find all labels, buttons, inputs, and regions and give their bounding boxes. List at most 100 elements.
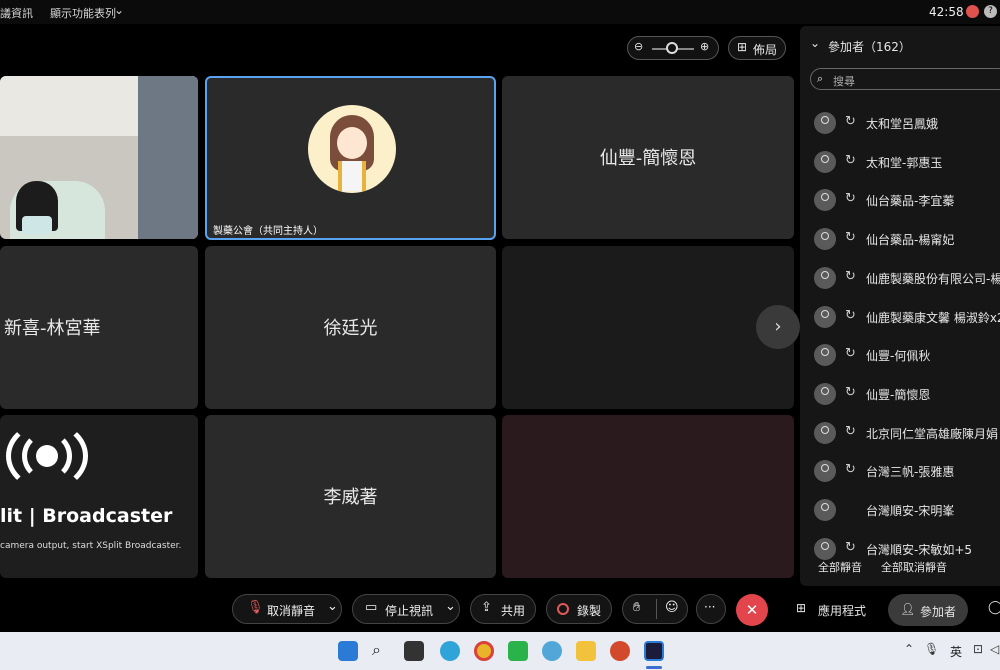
avatar-body: [338, 161, 366, 191]
participant-search-input[interactable]: ⌕ 搜尋: [810, 68, 1000, 90]
edge-icon[interactable]: [440, 641, 460, 661]
connection-sync-icon: ↻: [845, 423, 856, 439]
participant-avatar-icon: [814, 228, 836, 251]
leave-meeting-button[interactable]: ✕: [736, 594, 768, 626]
stop-video-button[interactable]: ▭ 停止視訊 ⌄: [352, 594, 460, 624]
connection-sync-icon: ↻: [845, 307, 856, 323]
participant-name: 新喜-林宮華: [4, 318, 101, 339]
participant-avatar-icon: [814, 421, 836, 444]
participant-row[interactable]: ↻ 仙鹿製藥康文馨 楊淑鈴x2: [814, 303, 1000, 331]
webex-icon[interactable]: [644, 641, 664, 661]
zoom-in-icon[interactable]: ⊕: [700, 40, 709, 53]
participant-avatar-icon: [814, 382, 836, 405]
connection-sync-icon: ↻: [845, 384, 856, 400]
chat-icon[interactable]: ◯: [988, 600, 1000, 615]
video-tile[interactable]: 徐廷光: [205, 246, 496, 409]
network-icon[interactable]: ⊡: [973, 642, 983, 656]
meeting-timer: 42:58: [929, 5, 964, 19]
search-icon[interactable]: ⌕: [372, 640, 381, 660]
layout-label: 佈局: [753, 43, 778, 57]
participant-row[interactable]: ↻ 仙台藥品-李宜蓁: [814, 186, 1000, 214]
participant-name: 仙豐-簡懷恩: [866, 387, 931, 402]
zoom-out-icon[interactable]: ⊖: [634, 40, 643, 53]
unmute-button[interactable]: 🎙︎ 取消靜音 ⌄: [232, 594, 342, 624]
grid-icon: ⊞: [737, 40, 748, 54]
meeting-info-menu[interactable]: 議資訊: [0, 5, 33, 21]
participant-name: 仙鹿製藥股份有限公司-楊: [866, 271, 1000, 286]
windows-start-icon[interactable]: [338, 641, 358, 661]
connection-sync-icon: ↻: [845, 539, 856, 555]
participant-name: 台灣三帆-張雅惠: [866, 465, 955, 480]
face-mask: [22, 216, 52, 234]
line-icon[interactable]: [508, 641, 528, 661]
reactions-button[interactable]: ✋︎ ☺: [622, 594, 688, 624]
unmute-all-button[interactable]: 全部取消靜音: [881, 559, 947, 575]
zoom-handle[interactable]: [666, 42, 678, 54]
video-tile[interactable]: 新喜-林宮華: [0, 246, 198, 409]
participant-name: 徐廷光: [323, 318, 378, 339]
broadcast-outer-waves-icon: [6, 421, 88, 491]
chrome-icon[interactable]: [474, 641, 494, 661]
xsplit-subtitle: camera output, start XSplit Broadcaster.: [0, 541, 182, 551]
video-tile[interactable]: 李威著: [205, 415, 496, 578]
video-tile-dark[interactable]: [502, 415, 794, 578]
record-label: 錄製: [577, 604, 602, 618]
help-icon[interactable]: ?: [984, 5, 997, 18]
share-button[interactable]: ⇪ 共用: [470, 594, 536, 624]
next-page-chevron-icon[interactable]: ›: [756, 305, 800, 349]
powerpoint-icon[interactable]: [610, 641, 630, 661]
participant-avatar-icon: [814, 112, 836, 134]
zoom-slider[interactable]: ⊖ ⊕: [627, 36, 719, 60]
network-app-icon[interactable]: [542, 641, 562, 661]
input-language-indicator[interactable]: 英: [950, 643, 962, 660]
more-options-button[interactable]: ···: [696, 594, 726, 624]
reaction-smiley-icon: ☺: [665, 600, 679, 615]
participant-row[interactable]: 台灣順安-宋明峯: [814, 496, 1000, 524]
speaker-icon[interactable]: ◁: [990, 642, 999, 656]
mute-all-button[interactable]: 全部靜音: [818, 559, 862, 575]
show-menu-bar[interactable]: 顯示功能表列: [50, 5, 116, 21]
video-tile[interactable]: 仙豐-簡懷恩: [502, 76, 794, 239]
mic-muted-icon: 🎙︎: [247, 600, 264, 615]
more-icon: ···: [704, 600, 716, 614]
record-button[interactable]: 錄製: [546, 594, 612, 624]
participant-name: 仙鹿製藥康文馨 楊淑鈴x2: [866, 310, 1000, 325]
participant-row[interactable]: ↻ 太和堂呂鳳娥: [814, 109, 1000, 137]
video-tile-xsplit[interactable]: lit | Broadcaster camera output, start X…: [0, 415, 198, 578]
participants-button[interactable]: 👤︎ 參加者: [888, 594, 968, 626]
participant-row[interactable]: ↻ 太和堂-郭惠玉: [814, 148, 1000, 176]
connection-sync-icon: ↻: [845, 462, 856, 478]
video-tile-empty[interactable]: [502, 246, 794, 409]
participant-avatar-icon: [814, 189, 836, 212]
participant-row[interactable]: ↻ 仙台藥品-楊甯妃: [814, 225, 1000, 253]
chevron-up-icon[interactable]: ⌃: [904, 642, 914, 656]
participant-row[interactable]: ↻ 仙鹿製藥股份有限公司-楊: [814, 264, 1000, 292]
mic-muted-icon[interactable]: 🎙︎: [924, 642, 939, 656]
participant-row[interactable]: ↻ 台灣三帆-張雅惠: [814, 457, 1000, 485]
chevron-down-icon[interactable]: ⌄: [114, 3, 124, 17]
participant-avatar-icon: [814, 266, 836, 289]
participant-name: 仙豐-簡懷恩: [599, 148, 697, 169]
video-tile-cohost[interactable]: 製藥公會（共同主持人）: [205, 76, 496, 240]
chevron-down-icon[interactable]: ⌄: [445, 599, 456, 614]
active-app-indicator: [646, 666, 662, 669]
chevron-down-icon[interactable]: ⌄: [327, 599, 338, 614]
participants-label: 參加者: [920, 605, 957, 619]
connection-sync-icon: ↻: [845, 114, 856, 129]
participant-row[interactable]: ↻ 仙豐-簡懷恩: [814, 380, 1000, 408]
divider: [656, 599, 657, 619]
collapse-chevron-icon[interactable]: ⌄: [810, 36, 820, 50]
participant-avatar-icon: [814, 499, 836, 521]
recording-indicator-icon: [966, 5, 979, 18]
layout-button[interactable]: ⊞ 佈局: [728, 36, 786, 60]
participant-name: 北京同仁堂高雄廠陳月娟: [866, 426, 999, 441]
video-tile-camera[interactable]: [0, 76, 198, 239]
search-icon: ⌕: [817, 72, 824, 85]
participant-row[interactable]: ↻ 北京同仁堂高雄廠陳月娟: [814, 419, 1000, 447]
participants-panel-title: 參加者（162）: [828, 40, 911, 54]
participant-avatar-icon: [814, 537, 836, 560]
participant-row[interactable]: ↻ 仙豐-何佩秋: [814, 341, 1000, 369]
stop-video-label: 停止視訊: [385, 604, 434, 618]
task-view-icon[interactable]: [404, 641, 424, 661]
file-explorer-icon[interactable]: [576, 641, 596, 661]
